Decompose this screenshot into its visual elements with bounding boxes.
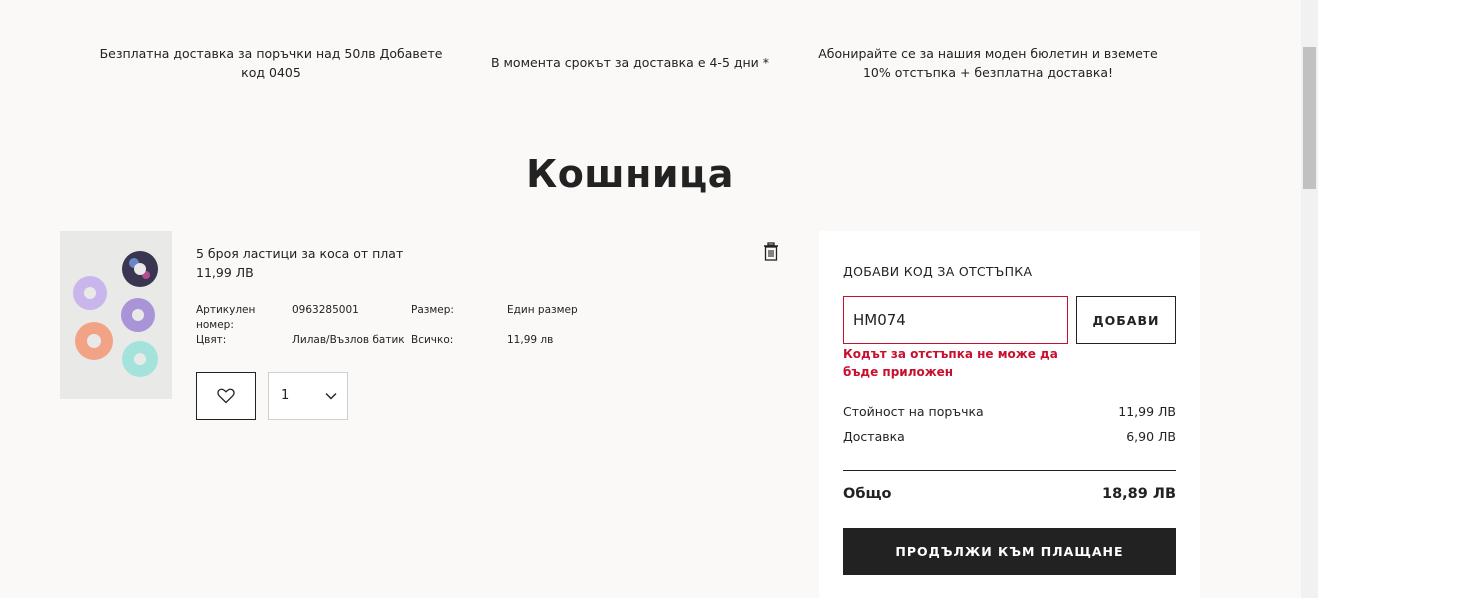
discount-heading: ДОБАВИ КОД ЗА ОТСТЪПКА bbox=[843, 264, 1033, 279]
heart-icon bbox=[217, 388, 235, 404]
chevron-down-icon bbox=[325, 393, 337, 400]
page-title: Кошница bbox=[526, 152, 734, 196]
quantity-value: 1 bbox=[281, 388, 290, 403]
banner-newsletter[interactable]: Абонирайте се за нашия моден бюлетин и в… bbox=[813, 44, 1163, 82]
scrunchie-batik bbox=[122, 251, 158, 287]
summary-divider bbox=[843, 470, 1176, 471]
total-value: 18,89 ЛВ bbox=[1101, 486, 1176, 502]
order-value: 11,99 ЛВ bbox=[1118, 404, 1176, 419]
article-number-label: Артикулен номер: bbox=[196, 304, 256, 331]
article-number-value: 0963285001 bbox=[292, 304, 359, 316]
size-value: Един размер bbox=[507, 304, 578, 316]
item-total-label: Всичко: bbox=[411, 334, 454, 346]
size-label: Размер: bbox=[411, 304, 454, 316]
order-summary: ДОБАВИ КОД ЗА ОТСТЪПКА ДОБАВИ Кодът за о… bbox=[819, 231, 1200, 598]
product-name[interactable]: 5 броя ластици за коса от плат bbox=[196, 246, 403, 261]
color-label: Цвят: bbox=[196, 334, 227, 346]
banner-delivery-time: В момента срокът за доставка е 4-5 дни * bbox=[490, 55, 770, 70]
wishlist-button[interactable] bbox=[196, 372, 256, 420]
product-image[interactable] bbox=[60, 231, 172, 399]
scrunchie-lilac bbox=[73, 276, 107, 310]
delivery-row: Доставка 6,90 ЛВ bbox=[843, 429, 1176, 444]
scrunchie-mint bbox=[122, 341, 158, 377]
discount-code-input[interactable] bbox=[843, 296, 1068, 344]
page-background: Безплатна доставка за поръчки над 50лв Д… bbox=[0, 0, 1301, 598]
scrollbar-thumb[interactable] bbox=[1303, 47, 1316, 189]
order-value-label: Стойност на поръчка bbox=[843, 404, 984, 419]
discount-error-message: Кодът за отстъпка не може да бъде прилож… bbox=[843, 347, 1058, 379]
color-value: Лилав/Възлов батик bbox=[292, 334, 405, 346]
total-label: Общо bbox=[843, 486, 892, 502]
order-value-row: Стойност на поръчка 11,99 ЛВ bbox=[843, 404, 1176, 419]
vertical-scrollbar[interactable] bbox=[1301, 0, 1318, 598]
total-row: Общо 18,89 ЛВ bbox=[843, 486, 1176, 502]
item-total-value: 11,99 лв bbox=[507, 334, 554, 346]
scrunchie-purple bbox=[121, 298, 155, 332]
banner-free-delivery: Безплатна доставка за поръчки над 50лв Д… bbox=[99, 46, 443, 80]
delivery-value: 6,90 ЛВ bbox=[1126, 429, 1176, 444]
trash-icon[interactable] bbox=[762, 242, 780, 262]
checkout-button[interactable]: ПРОДЪЛЖИ КЪМ ПЛАЩАНЕ bbox=[843, 528, 1176, 575]
product-price: 11,99 ЛВ bbox=[196, 265, 254, 280]
add-discount-button[interactable]: ДОБАВИ bbox=[1076, 296, 1176, 344]
scrunchie-orange bbox=[75, 322, 113, 360]
quantity-select[interactable]: 1 bbox=[268, 372, 348, 420]
delivery-label: Доставка bbox=[843, 429, 905, 444]
